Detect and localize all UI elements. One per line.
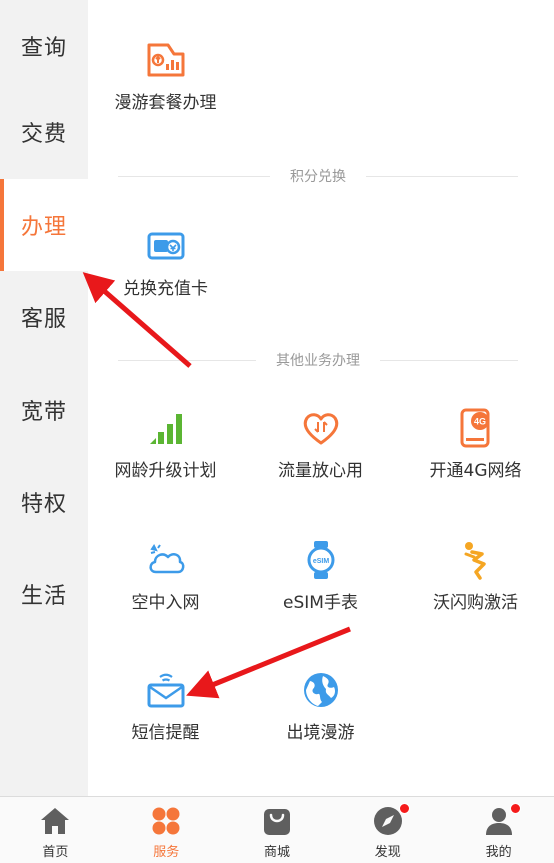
sms-envelope-icon: [146, 670, 186, 710]
service-label: 出境漫游: [286, 723, 355, 743]
svg-text:eSIM: eSIM: [312, 558, 329, 565]
divider: [118, 359, 256, 361]
tab-mall[interactable]: 商城: [222, 797, 333, 863]
tab-label: 首页: [42, 845, 69, 860]
divider: [366, 175, 518, 177]
service-enable-4g[interactable]: 4G 开通4G网络: [398, 408, 553, 481]
service-flash-buy-activation[interactable]: 沃闪购激活: [398, 540, 553, 613]
shopping-bag-icon: [261, 805, 293, 837]
service-label: 沃闪购激活: [433, 593, 518, 613]
bottom-tab-bar: 首页 服务 商城 发现 我的: [0, 796, 554, 863]
sidebar-item-label: 查询: [20, 36, 67, 61]
data-heart-icon: [301, 408, 341, 448]
sidebar-item-payment[interactable]: 交费: [0, 86, 88, 178]
sidebar-item-broadband[interactable]: 宽带: [0, 364, 88, 456]
service-label: eSIM手表: [283, 593, 358, 613]
tab-mine[interactable]: 我的: [443, 797, 554, 863]
service-roaming-package[interactable]: 漫游套餐办理: [88, 40, 243, 113]
recharge-card-icon: [146, 226, 186, 266]
notification-badge: [398, 803, 410, 814]
sidebar-item-label: 生活: [20, 584, 67, 609]
service-content: 漫游套餐办理 积分兑换 兑换充值卡 其他业务办理 网龄升级计划 流量放心用 4G…: [88, 0, 554, 796]
user-icon: [483, 803, 521, 837]
tab-label: 服务: [153, 845, 180, 860]
sidebar-item-handle[interactable]: 办理: [0, 179, 88, 271]
section-title-text: 其他业务办理: [276, 353, 360, 369]
service-grid-icon: [150, 805, 182, 837]
tab-home[interactable]: 首页: [0, 797, 111, 863]
sidebar-item-label: 特权: [20, 492, 67, 517]
section-title-points: 积分兑换: [118, 166, 518, 186]
flash-buy-icon: [456, 540, 496, 580]
section-title-other: 其他业务办理: [118, 350, 518, 370]
tab-label: 商城: [263, 845, 290, 860]
service-label: 兑换充值卡: [123, 279, 208, 299]
home-icon: [39, 805, 71, 837]
notification-badge: [509, 803, 521, 814]
tab-discover[interactable]: 发现: [332, 797, 443, 863]
service-esim-watch[interactable]: eSIM eSIM手表: [243, 540, 398, 613]
service-outbound-roaming[interactable]: 出境漫游: [243, 670, 398, 743]
service-label: 开通4G网络: [429, 461, 522, 481]
sidebar-item-customer-service[interactable]: 客服: [0, 271, 88, 363]
4g-phone-icon: 4G: [456, 408, 496, 448]
compass-icon: [372, 803, 410, 837]
signal-bars-icon: [146, 408, 186, 448]
sidebar-item-query[interactable]: 查询: [0, 0, 88, 92]
esim-watch-icon: eSIM: [301, 540, 341, 580]
globe-icon: [301, 670, 341, 710]
section-title-text: 积分兑换: [290, 169, 346, 185]
sidebar-item-label: 交费: [20, 122, 67, 147]
divider: [118, 175, 270, 177]
svg-text:4G: 4G: [473, 417, 485, 427]
tab-label: 发现: [374, 845, 401, 860]
sidebar-item-label: 客服: [20, 307, 67, 332]
sidebar-item-life[interactable]: 生活: [0, 548, 88, 640]
category-sidebar: 查询 交费 办理 客服 宽带 特权 生活: [0, 0, 88, 796]
service-network-age-upgrade[interactable]: 网龄升级计划: [88, 408, 243, 481]
service-label: 短信提醒: [131, 723, 200, 743]
roaming-package-icon: [146, 40, 186, 80]
service-label: 网龄升级计划: [114, 461, 217, 481]
service-label: 流量放心用: [278, 461, 363, 481]
tab-label: 我的: [485, 845, 512, 860]
service-label: 空中入网: [131, 593, 200, 613]
tab-service[interactable]: 服务: [111, 797, 222, 863]
service-sms-reminder[interactable]: 短信提醒: [88, 670, 243, 743]
sidebar-item-privileges[interactable]: 特权: [0, 456, 88, 548]
service-recharge-card[interactable]: 兑换充值卡: [88, 226, 243, 299]
divider: [380, 359, 518, 361]
service-data-worry-free[interactable]: 流量放心用: [243, 408, 398, 481]
sidebar-item-label: 办理: [20, 215, 67, 240]
service-label: 漫游套餐办理: [114, 93, 217, 113]
service-air-network[interactable]: 空中入网: [88, 540, 243, 613]
cloud-network-icon: [146, 540, 186, 580]
sidebar-item-label: 宽带: [20, 400, 67, 425]
